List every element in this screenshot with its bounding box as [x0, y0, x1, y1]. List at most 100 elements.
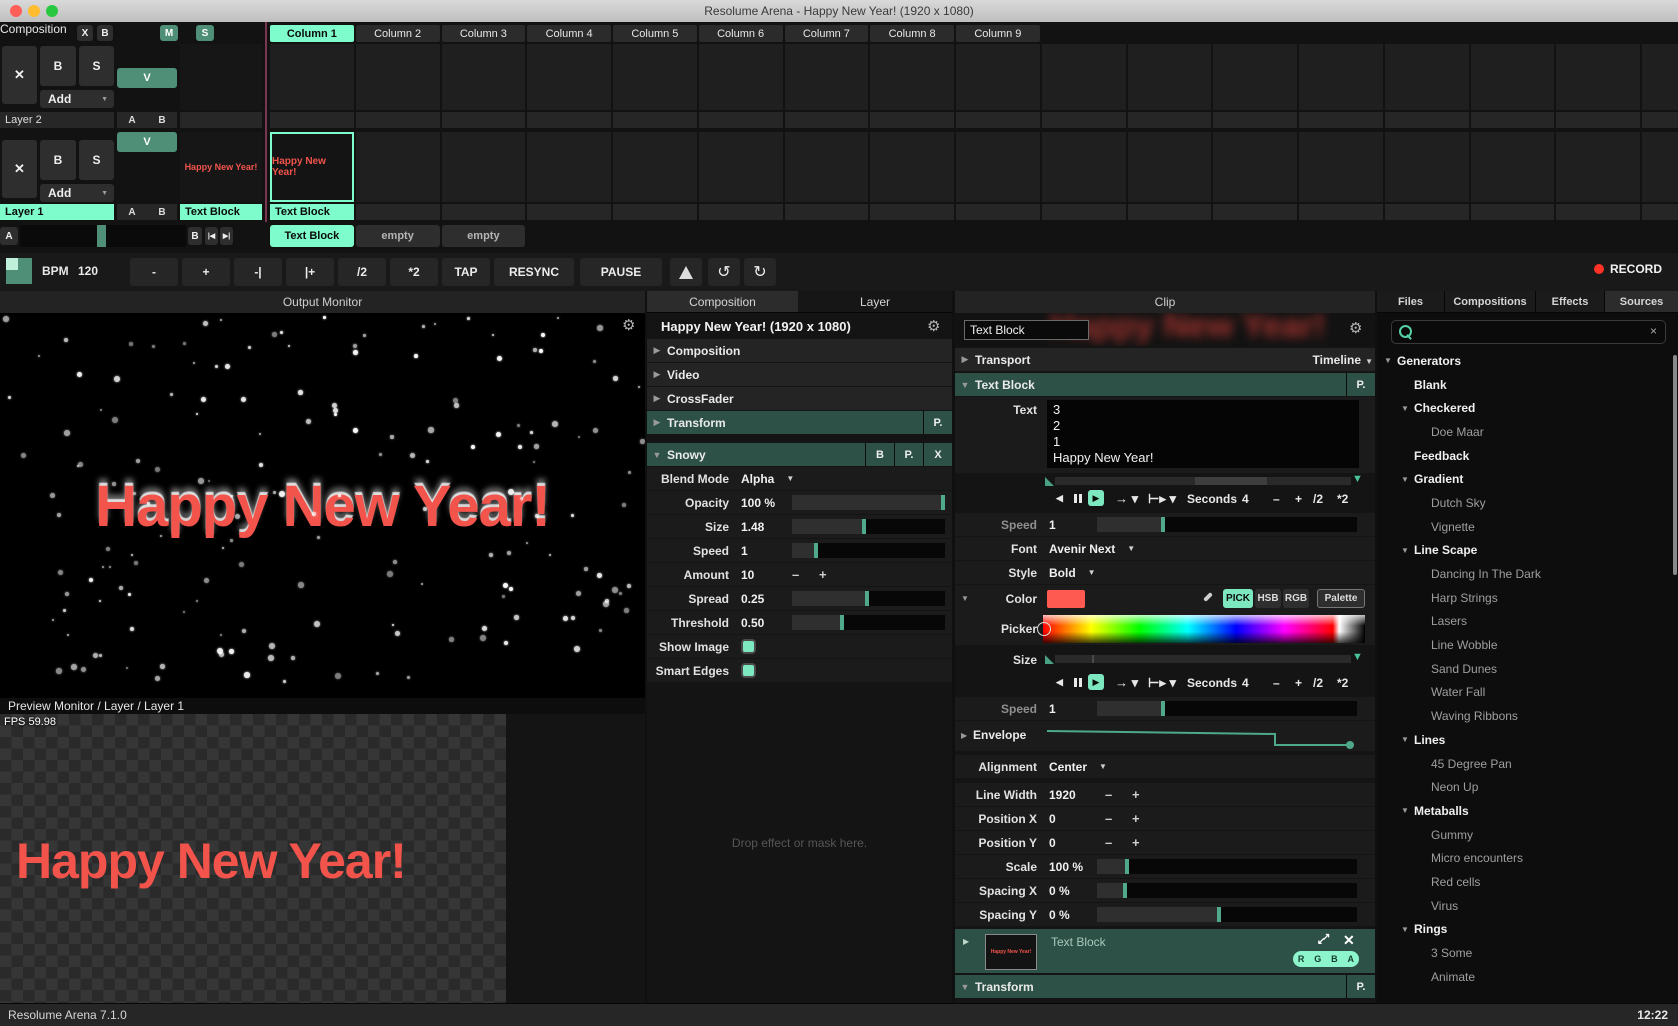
layer-b-label[interactable]: B	[158, 115, 165, 126]
param-slider[interactable]	[1097, 883, 1357, 898]
expand-icon[interactable]: ↗↙	[1318, 933, 1332, 947]
stepper-minus[interactable]: –	[1105, 831, 1112, 854]
section-badge-p[interactable]: P.	[1346, 373, 1375, 396]
pause-icon[interactable]	[1074, 678, 1082, 687]
param-value[interactable]: 0 %	[1049, 879, 1070, 902]
bpm-value[interactable]: 120	[78, 264, 98, 278]
param-value[interactable]: 0	[1049, 807, 1056, 830]
clip-cell-label[interactable]	[1213, 204, 1297, 220]
color-mode-pick[interactable]: PICK	[1223, 589, 1253, 608]
tree-expander-icon[interactable]: ▼	[1381, 356, 1395, 365]
tab-sources[interactable]: Sources	[1604, 291, 1678, 313]
layer-clip-label[interactable]: Text Block	[180, 204, 262, 220]
active-clip-button[interactable]: Text Block	[270, 225, 354, 247]
direction-icon[interactable]: → ▾	[1115, 491, 1138, 507]
clip-cell[interactable]	[356, 44, 440, 110]
param-slider-handle[interactable]	[941, 495, 945, 510]
clip-cell[interactable]	[1642, 44, 1678, 110]
param-slider[interactable]	[792, 591, 945, 606]
param-slider-handle[interactable]	[1161, 701, 1165, 716]
clip-cell[interactable]	[1471, 44, 1555, 110]
param-slider-handle[interactable]	[1217, 907, 1221, 922]
param-slider-handle[interactable]	[865, 591, 869, 606]
stepper-minus[interactable]: –	[1105, 807, 1112, 830]
param-slider[interactable]	[792, 615, 945, 630]
composition-gear-icon[interactable]: ⚙	[927, 319, 940, 334]
section-clip-transport[interactable]: ▶TransportTimeline▼	[955, 348, 1375, 371]
duration-button-2[interactable]: *2	[1337, 676, 1348, 690]
param-slider-handle[interactable]	[840, 615, 844, 630]
transport-button-[interactable]: |+	[286, 258, 334, 286]
section-expander-icon[interactable]: ▼	[647, 450, 667, 460]
clip-cell[interactable]	[956, 132, 1040, 202]
clip-cell[interactable]	[527, 132, 611, 202]
section-expander-icon[interactable]: ▶	[647, 393, 667, 404]
param-value[interactable]: 100 %	[741, 491, 775, 514]
playmode-icon[interactable]: ⊢▸ ▾	[1148, 675, 1176, 691]
search-input[interactable]: ×	[1391, 320, 1666, 344]
clip-cell[interactable]	[356, 132, 440, 202]
tree-item-line-scape[interactable]: ▼Line Scape	[1377, 539, 1672, 563]
clip-cell-label[interactable]	[785, 112, 869, 128]
duration-button-2[interactable]: /2	[1313, 492, 1323, 506]
duration-button-[interactable]: +	[1295, 492, 1302, 506]
clip-cell-label[interactable]	[1213, 112, 1297, 128]
clip-cell-label[interactable]	[442, 112, 526, 128]
clip-cell-label[interactable]	[956, 204, 1040, 220]
clip-cell[interactable]	[442, 44, 526, 110]
tree-item-checkered[interactable]: ▼Checkered	[1377, 396, 1672, 420]
record-button[interactable]: RECORD	[1594, 262, 1662, 276]
layer-clip-preview[interactable]	[180, 44, 262, 110]
clip-cell-label[interactable]	[1042, 112, 1126, 128]
layer-name-label[interactable]: Layer 2	[0, 112, 114, 128]
color-picker-gradient[interactable]	[1043, 615, 1365, 643]
column-header-2[interactable]: Column 2	[356, 25, 440, 42]
tab-layer[interactable]: Layer	[798, 291, 952, 313]
clip-cell-label[interactable]	[527, 112, 611, 128]
clip-name-input[interactable]: Text Block	[964, 320, 1089, 340]
timeline-end-marker[interactable]: ▼	[1352, 651, 1363, 663]
section-composition[interactable]: ▶Composition	[647, 339, 952, 362]
tree-item-metaballs[interactable]: ▼Metaballs	[1377, 799, 1672, 823]
tree-item-waving-ribbons[interactable]: Waving Ribbons	[1377, 704, 1672, 728]
tree-item-water-fall[interactable]: Water Fall	[1377, 681, 1672, 705]
tree-item-animate[interactable]: Animate	[1377, 965, 1672, 989]
clip-cell-label[interactable]	[699, 204, 783, 220]
clip-cell-label[interactable]	[1556, 204, 1640, 220]
clip-cell[interactable]	[1213, 132, 1297, 202]
transport-button-[interactable]: +	[182, 258, 230, 286]
param-value[interactable]: 1	[1049, 513, 1056, 536]
clip-cell[interactable]	[1299, 44, 1383, 110]
clip-cell[interactable]	[270, 44, 354, 110]
color-mode-hsb[interactable]: HSB	[1255, 589, 1281, 608]
tab-composition[interactable]: Composition	[647, 291, 798, 313]
param-slider-handle[interactable]	[814, 543, 818, 558]
section-badge-b[interactable]: B	[865, 443, 894, 466]
clip-gear-icon[interactable]: ⚙	[1349, 321, 1362, 336]
section-expander-icon[interactable]: ▶	[647, 369, 667, 380]
column-header-9[interactable]: Column 9	[956, 25, 1040, 42]
transport-button-2[interactable]: /2	[338, 258, 386, 286]
layer-video-toggle[interactable]: V	[117, 68, 177, 88]
layer-bypass-button[interactable]: B	[40, 140, 76, 180]
color-swatch[interactable]	[1047, 590, 1085, 608]
tree-item-lasers[interactable]: Lasers	[1377, 610, 1672, 634]
picker-cursor-icon[interactable]	[1037, 622, 1051, 636]
tree-item-harp-strings[interactable]: Harp Strings	[1377, 586, 1672, 610]
duration-value[interactable]: 4	[1242, 492, 1249, 506]
column-header-3[interactable]: Column 3	[442, 25, 526, 42]
redo-icon[interactable]: ↻	[744, 258, 776, 286]
empty-clip-button[interactable]: empty	[442, 225, 526, 247]
param-value[interactable]: 0.50	[741, 611, 764, 634]
clip-cell-label[interactable]	[1471, 204, 1555, 220]
clip-cell[interactable]	[1299, 132, 1383, 202]
composition-bypass-button[interactable]: B	[97, 25, 113, 41]
clip-cell-label[interactable]	[1556, 112, 1640, 128]
crossfader-handle[interactable]	[97, 225, 106, 247]
column-header-4[interactable]: Column 4	[527, 25, 611, 42]
stepper-plus[interactable]: +	[819, 563, 827, 586]
section-video[interactable]: ▶Video	[647, 363, 952, 386]
close-icon[interactable]: ✕	[1343, 932, 1355, 949]
tab-effects[interactable]: Effects	[1535, 291, 1604, 313]
section-expander-icon[interactable]: ▶	[647, 417, 667, 428]
